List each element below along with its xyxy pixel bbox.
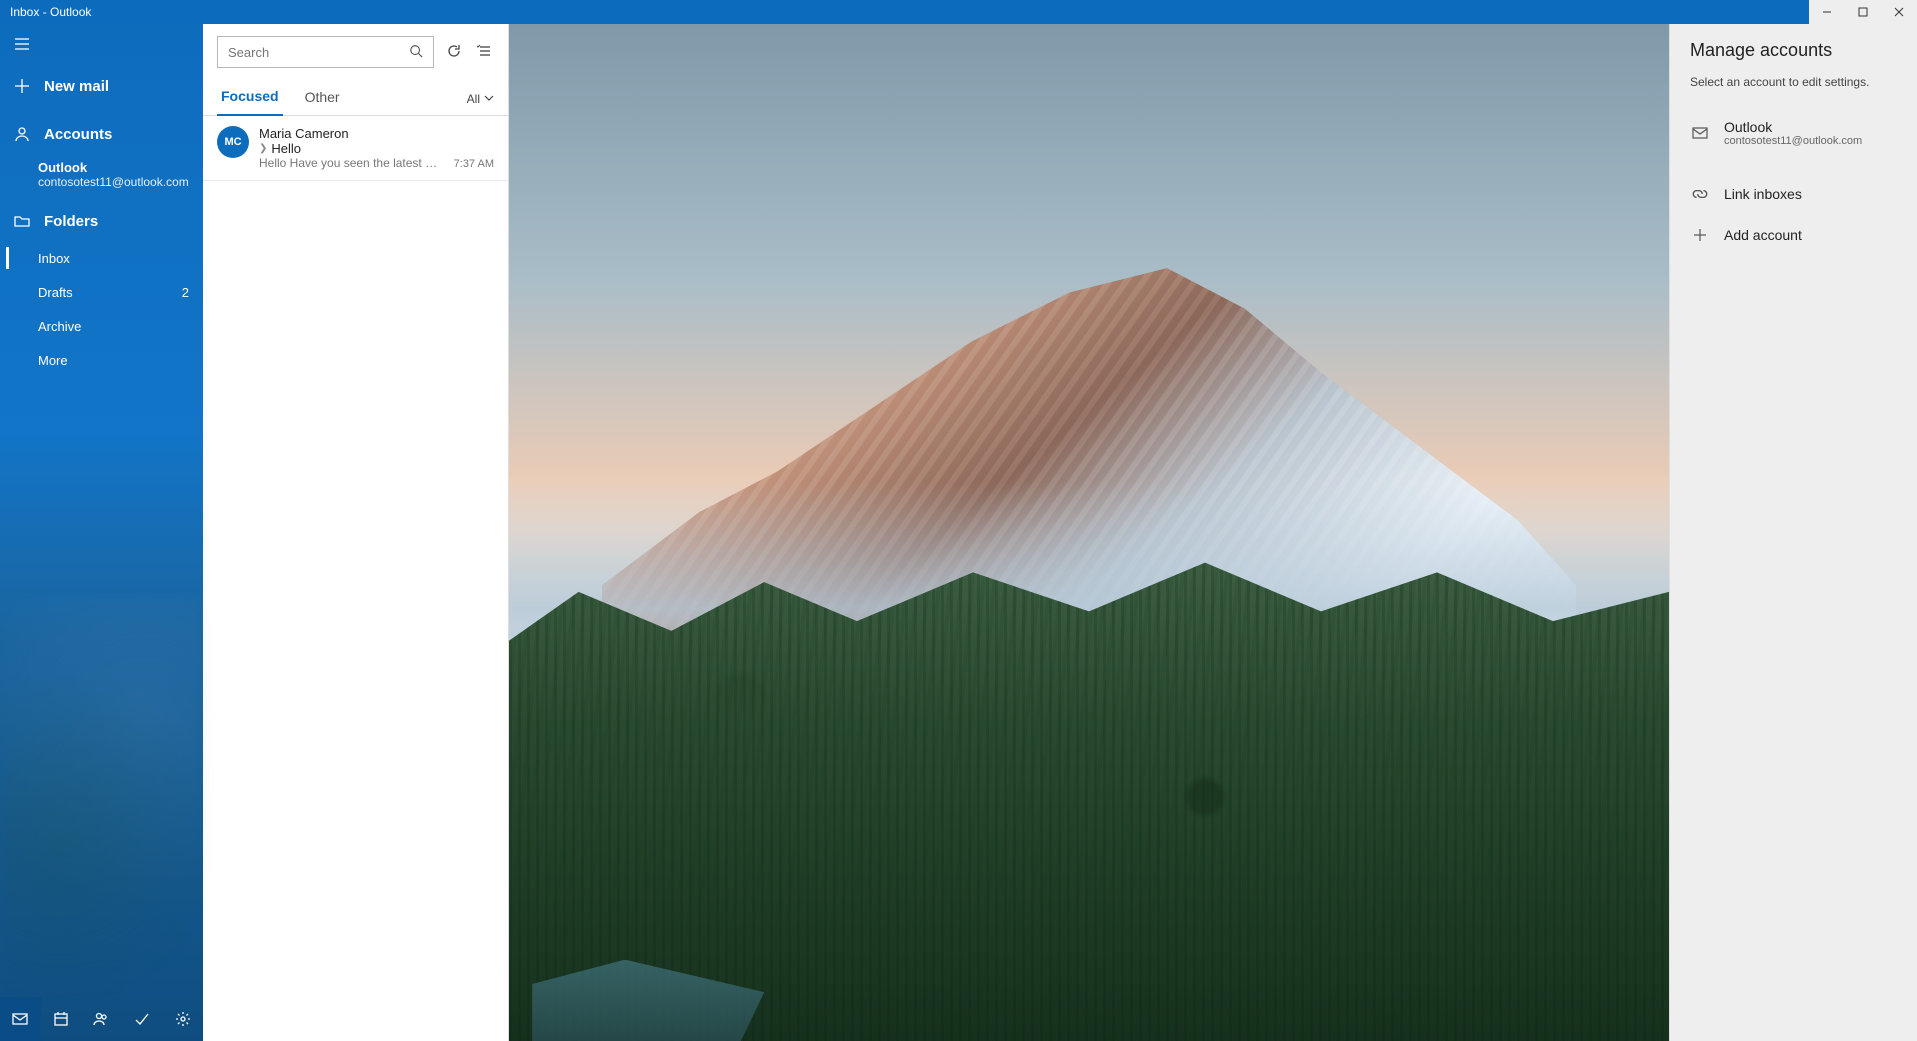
folder-archive-label: Archive xyxy=(38,319,81,334)
folder-inbox-label: Inbox xyxy=(38,251,70,266)
nav-account-name: Outlook xyxy=(38,160,189,175)
email-time: 7:37 AM xyxy=(454,158,494,170)
calendar-icon xyxy=(53,1011,69,1027)
folder-drafts-label: Drafts xyxy=(38,285,73,300)
sync-button[interactable] xyxy=(444,42,464,62)
title-bar: Inbox - Outlook xyxy=(0,0,1917,24)
selection-mode-button[interactable] xyxy=(474,42,494,62)
accounts-label: Accounts xyxy=(44,126,112,143)
window-title: Inbox - Outlook xyxy=(10,5,91,19)
todo-icon xyxy=(134,1011,150,1027)
tab-other-label: Other xyxy=(305,89,340,105)
avatar: MC xyxy=(217,126,249,158)
avatar-initials: MC xyxy=(224,136,241,148)
search-box[interactable] xyxy=(217,36,434,68)
folder-drafts-count: 2 xyxy=(182,285,189,300)
gear-icon xyxy=(175,1011,191,1027)
folder-more[interactable]: More xyxy=(0,343,203,377)
new-mail-label: New mail xyxy=(44,78,109,95)
search-input[interactable] xyxy=(228,45,409,60)
left-navigation: New mail Accounts Outlook contosotest11@… xyxy=(0,24,203,1041)
email-preview: Hello Have you seen the latest new, ... xyxy=(259,156,444,170)
maximize-button[interactable] xyxy=(1845,0,1881,24)
plus-icon xyxy=(1690,227,1710,243)
folder-inbox[interactable]: Inbox xyxy=(0,241,203,275)
chevron-right-icon: ❯ xyxy=(259,143,267,154)
people-app-button[interactable] xyxy=(81,997,122,1041)
folder-drafts[interactable]: Drafts 2 xyxy=(0,275,203,309)
folder-more-label: More xyxy=(38,353,68,368)
folders-section-header[interactable]: Folders xyxy=(0,201,203,241)
folder-archive[interactable]: Archive xyxy=(0,309,203,343)
nav-account-email: contosotest11@outlook.com xyxy=(38,175,189,189)
mail-icon xyxy=(1690,125,1710,141)
folder-icon xyxy=(14,213,30,229)
search-icon[interactable] xyxy=(409,44,423,61)
add-account-button[interactable]: Add account xyxy=(1670,215,1917,255)
tab-focused[interactable]: Focused xyxy=(217,82,283,116)
person-icon xyxy=(14,126,30,142)
email-from: Maria Cameron xyxy=(259,126,444,141)
link-inboxes-button[interactable]: Link inboxes xyxy=(1670,173,1917,215)
panel-title: Manage accounts xyxy=(1670,40,1917,75)
nav-account-outlook[interactable]: Outlook contosotest11@outlook.com xyxy=(0,154,203,195)
link-icon xyxy=(1690,185,1710,203)
todo-app-button[interactable] xyxy=(122,997,163,1041)
tab-other[interactable]: Other xyxy=(301,83,344,115)
plus-icon xyxy=(14,78,30,94)
mail-app-button[interactable] xyxy=(0,997,41,1041)
message-list-pane: Focused Other All MC Maria Cameron ❯ Hel… xyxy=(203,24,509,1041)
panel-subtitle: Select an account to edit settings. xyxy=(1670,75,1917,107)
selection-icon xyxy=(476,43,492,62)
tab-focused-label: Focused xyxy=(221,88,279,104)
panel-account-email: contosotest11@outlook.com xyxy=(1724,135,1862,147)
link-inboxes-label: Link inboxes xyxy=(1724,186,1802,202)
window-controls xyxy=(1809,0,1917,24)
reading-pane xyxy=(509,24,1669,1041)
people-icon xyxy=(93,1011,109,1027)
refresh-icon xyxy=(446,43,462,62)
add-account-label: Add account xyxy=(1724,227,1802,243)
background-forest xyxy=(509,553,1669,1041)
minimize-button[interactable] xyxy=(1809,0,1845,24)
email-subject: Hello xyxy=(271,141,301,156)
accounts-section-header[interactable]: Accounts xyxy=(0,114,203,154)
settings-button[interactable] xyxy=(162,997,203,1041)
nav-footer xyxy=(0,997,203,1041)
mail-icon xyxy=(12,1011,28,1027)
manage-accounts-panel: Manage accounts Select an account to edi… xyxy=(1669,24,1917,1041)
filter-dropdown[interactable]: All xyxy=(467,92,494,106)
close-button[interactable] xyxy=(1881,0,1917,24)
menu-icon xyxy=(14,36,30,52)
filter-label: All xyxy=(467,92,480,106)
calendar-app-button[interactable] xyxy=(41,997,82,1041)
panel-account-item[interactable]: Outlook contosotest11@outlook.com xyxy=(1670,107,1917,159)
folders-label: Folders xyxy=(44,213,98,230)
new-mail-button[interactable]: New mail xyxy=(0,64,203,108)
email-item[interactable]: MC Maria Cameron ❯ Hello Hello Have you … xyxy=(203,116,508,181)
chevron-down-icon xyxy=(484,92,494,106)
hamburger-button[interactable] xyxy=(0,24,203,64)
panel-account-name: Outlook xyxy=(1724,119,1862,135)
